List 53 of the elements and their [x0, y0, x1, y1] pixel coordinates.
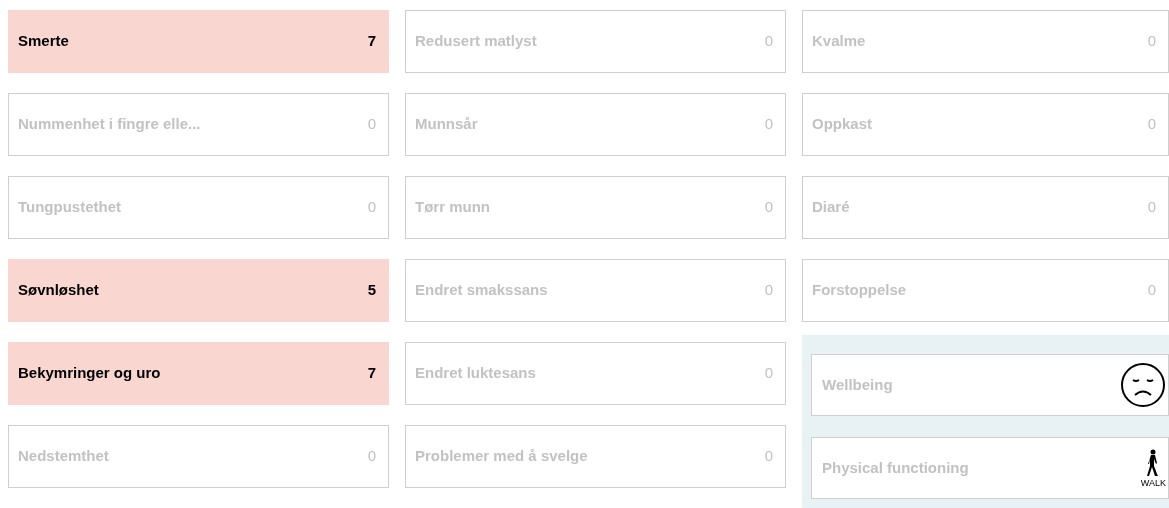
- symptom-score: 0: [1147, 197, 1156, 218]
- symptom-card[interactable]: Endret luktesans 0: [405, 342, 786, 405]
- symptom-label: Oppkast: [812, 114, 872, 135]
- symptom-score: 0: [764, 363, 773, 384]
- symptom-label: Diaré: [812, 197, 850, 218]
- symptom-label: Endret smakssans: [415, 280, 548, 301]
- symptom-label: Forstoppelse: [812, 280, 907, 301]
- symptom-card[interactable]: Bekymringer og uro 7: [8, 342, 389, 405]
- symptom-label: Redusert matlyst: [415, 31, 537, 52]
- symptom-score: 0: [764, 197, 773, 218]
- symptom-card[interactable]: Forstoppelse 0: [802, 259, 1169, 322]
- symptom-label: Tungpustethet: [18, 197, 122, 218]
- symptom-score: 0: [367, 114, 376, 135]
- symptom-score: 5: [367, 280, 376, 301]
- symptom-card[interactable]: Tørr munn 0: [405, 176, 786, 239]
- symptom-card[interactable]: Oppkast 0: [802, 93, 1169, 156]
- symptom-label: Munnsår: [415, 114, 478, 135]
- symptom-card[interactable]: Nedstemthet 0: [8, 425, 389, 488]
- symptom-score: 0: [1147, 280, 1156, 301]
- symptom-card[interactable]: Søvnløshet 5: [8, 259, 389, 322]
- symptom-score: 0: [764, 280, 773, 301]
- symptom-score: 7: [367, 31, 376, 52]
- sad-face-icon: [1120, 362, 1166, 408]
- symptom-score: 7: [367, 363, 376, 384]
- symptom-score: 0: [1147, 114, 1156, 135]
- symptom-label: Smerte: [18, 31, 69, 52]
- symptom-card[interactable]: Problemer med å svelge 0: [405, 425, 786, 488]
- symptom-card[interactable]: Endret smakssans 0: [405, 259, 786, 322]
- symptom-label: Nummenhet i fingre elle...: [18, 114, 201, 135]
- wellbeing-label: Physical functioning: [822, 457, 969, 478]
- symptom-label: Bekymringer og uro: [18, 363, 161, 384]
- symptom-card[interactable]: Munnsår 0: [405, 93, 786, 156]
- symptom-score: 0: [367, 197, 376, 218]
- symptom-label: Søvnløshet: [18, 280, 99, 301]
- symptom-card[interactable]: Nummenhet i fingre elle... 0: [8, 93, 389, 156]
- symptom-score: 0: [764, 446, 773, 467]
- symptom-score: 0: [764, 114, 773, 135]
- symptom-score: 0: [764, 31, 773, 52]
- symptom-card[interactable]: Kvalme 0: [802, 10, 1169, 73]
- symptom-card[interactable]: Diaré 0: [802, 176, 1169, 239]
- symptom-card[interactable]: Redusert matlyst 0: [405, 10, 786, 73]
- symptom-card[interactable]: Smerte 7: [8, 10, 389, 73]
- wellbeing-label: Wellbeing: [822, 374, 893, 395]
- symptom-score: 0: [367, 446, 376, 467]
- symptom-label: Tørr munn: [415, 197, 490, 218]
- wellbeing-card[interactable]: Physical functioning WALK: [811, 437, 1169, 499]
- symptom-label: Endret luktesans: [415, 363, 536, 384]
- symptom-label: Kvalme: [812, 31, 866, 52]
- wellbeing-card[interactable]: Wellbeing: [811, 354, 1169, 416]
- symptom-score: 0: [1147, 31, 1156, 52]
- symptom-card[interactable]: Tungpustethet 0: [8, 176, 389, 239]
- symptom-label: Problemer med å svelge: [415, 446, 588, 467]
- symptom-label: Nedstemthet: [18, 446, 109, 467]
